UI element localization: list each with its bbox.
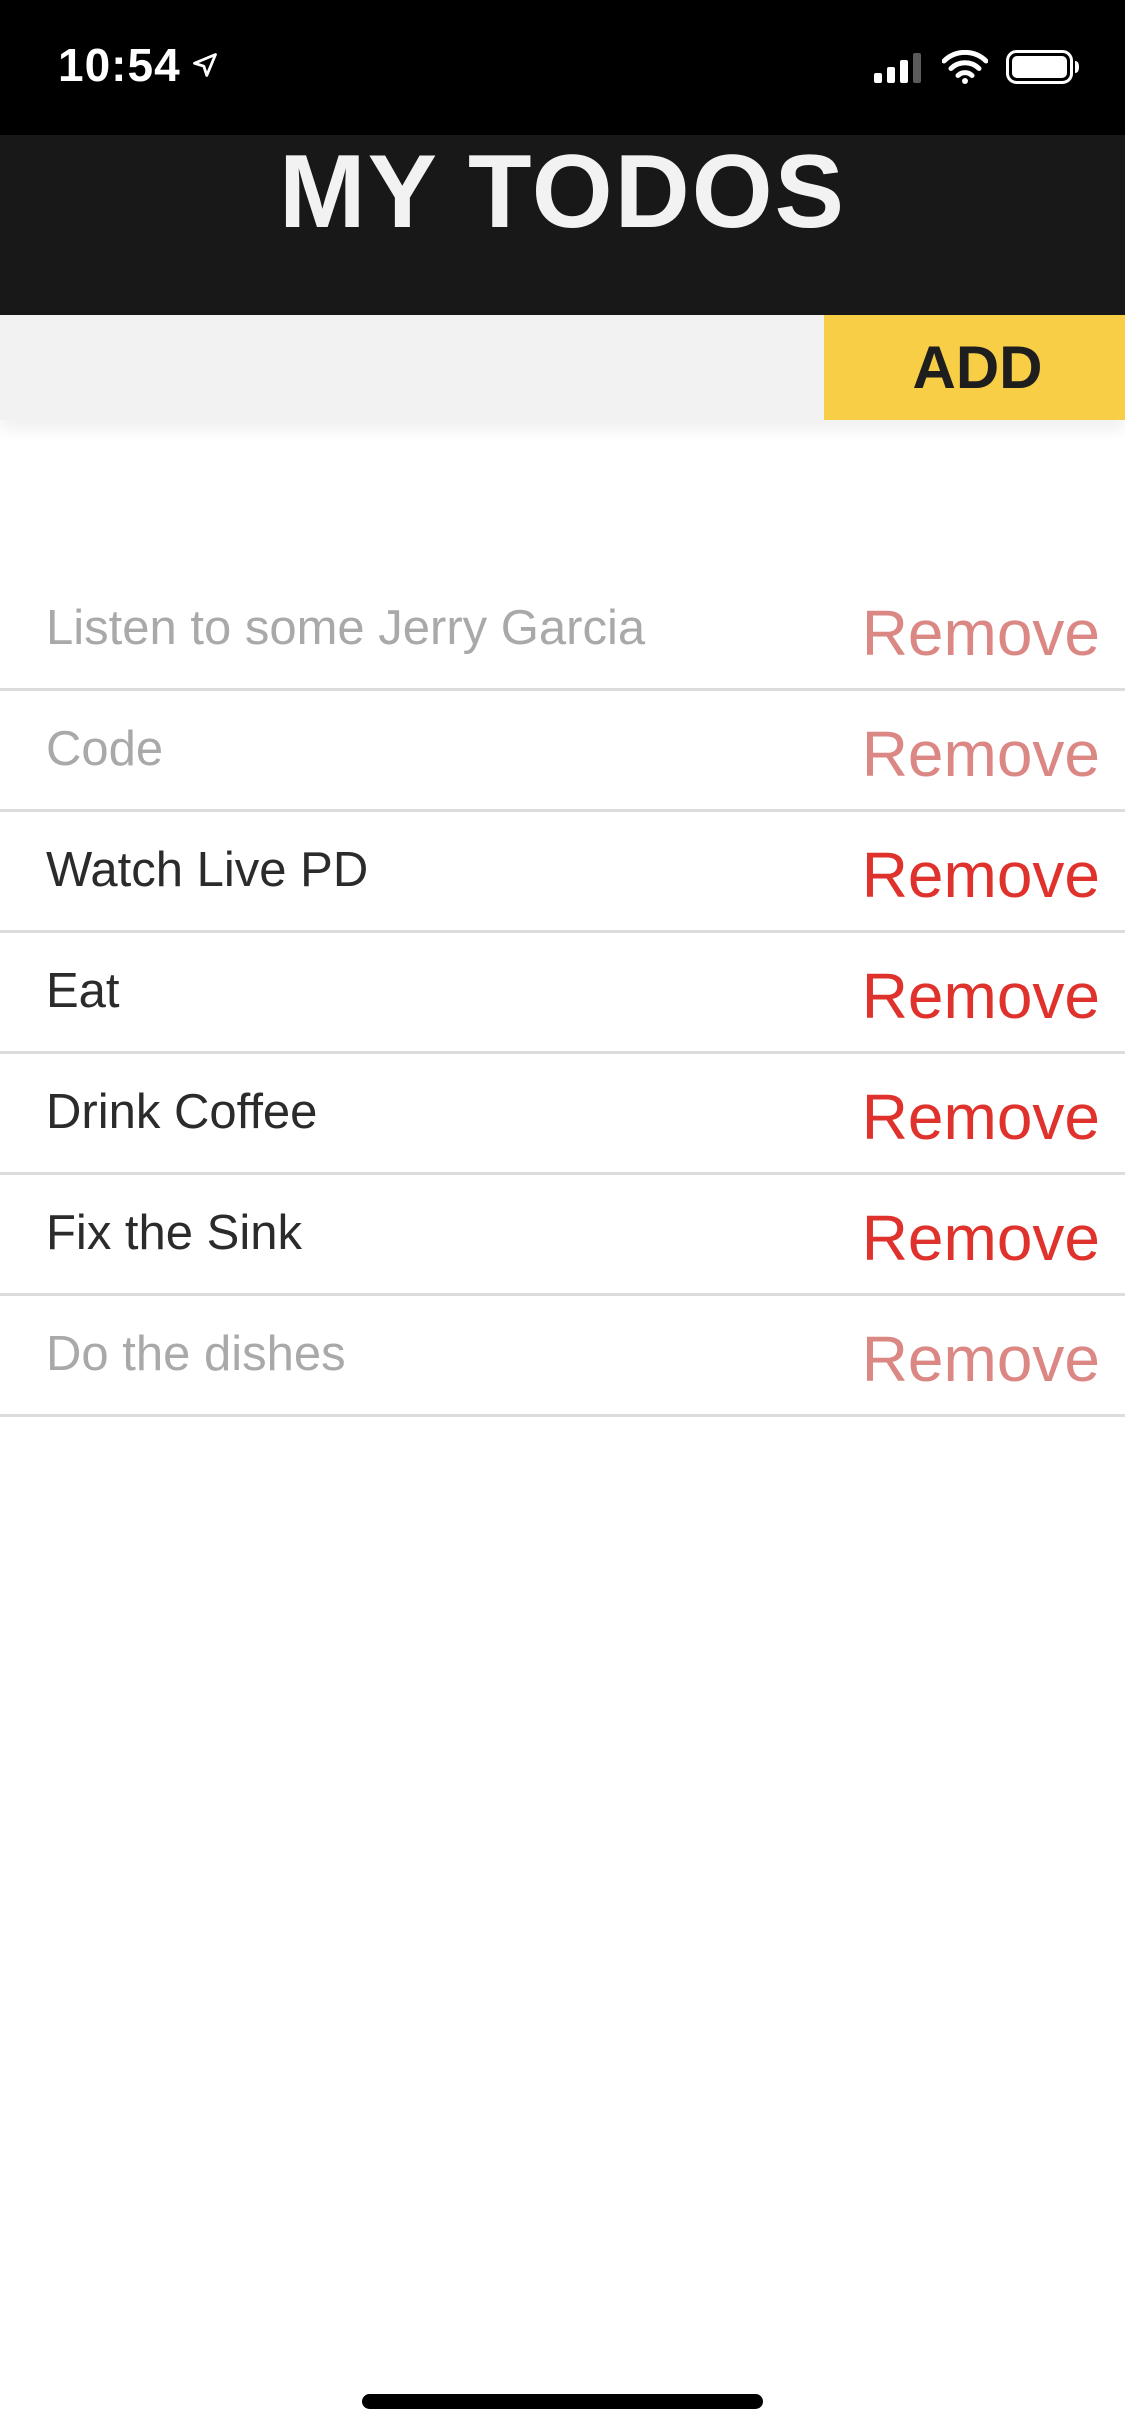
add-button[interactable]: ADD xyxy=(824,315,1125,420)
page-title: MY TODOS xyxy=(279,133,846,250)
status-indicators xyxy=(874,50,1080,84)
todo-text: Listen to some Jerry Garcia xyxy=(46,601,646,655)
remove-button[interactable]: Remove xyxy=(862,1201,1100,1275)
remove-button[interactable]: Remove xyxy=(862,959,1100,1033)
todo-text: Watch Live PD xyxy=(46,843,369,897)
todo-row[interactable]: Fix the Sink Remove xyxy=(0,1175,1125,1296)
remove-button[interactable]: Remove xyxy=(862,1322,1100,1396)
signal-icon xyxy=(874,53,921,83)
location-arrow-icon xyxy=(192,53,217,77)
todo-row[interactable]: Watch Live PD Remove xyxy=(0,812,1125,933)
todo-row[interactable]: Do the dishes Remove xyxy=(0,1296,1125,1417)
add-todo-bar: ADD xyxy=(0,315,1125,420)
wifi-icon xyxy=(942,50,988,84)
remove-button[interactable]: Remove xyxy=(862,1080,1100,1154)
todo-input[interactable] xyxy=(0,315,824,420)
todo-row[interactable]: Listen to some Jerry Garcia Remove xyxy=(0,570,1125,691)
todo-row[interactable]: Code Remove xyxy=(0,691,1125,812)
status-time: 10:54 xyxy=(58,38,219,92)
remove-button[interactable]: Remove xyxy=(862,717,1100,791)
status-time-text: 10:54 xyxy=(58,39,181,91)
home-indicator xyxy=(362,2394,763,2409)
todo-text: Eat xyxy=(46,964,120,1018)
todo-row[interactable]: Eat Remove xyxy=(0,933,1125,1054)
remove-button[interactable]: Remove xyxy=(862,838,1100,912)
todo-text: Code xyxy=(46,722,164,776)
todo-row[interactable]: Drink Coffee Remove xyxy=(0,1054,1125,1175)
todo-text: Fix the Sink xyxy=(46,1206,302,1260)
status-bar: 10:54 xyxy=(0,0,1125,135)
todo-text: Drink Coffee xyxy=(46,1085,318,1139)
app-header: MY TODOS xyxy=(0,133,1125,315)
battery-icon xyxy=(1006,50,1079,84)
todo-list: Listen to some Jerry Garcia Remove Code Rem… xyxy=(0,570,1125,1417)
remove-button[interactable]: Remove xyxy=(862,596,1100,670)
todo-text: Do the dishes xyxy=(46,1327,346,1381)
